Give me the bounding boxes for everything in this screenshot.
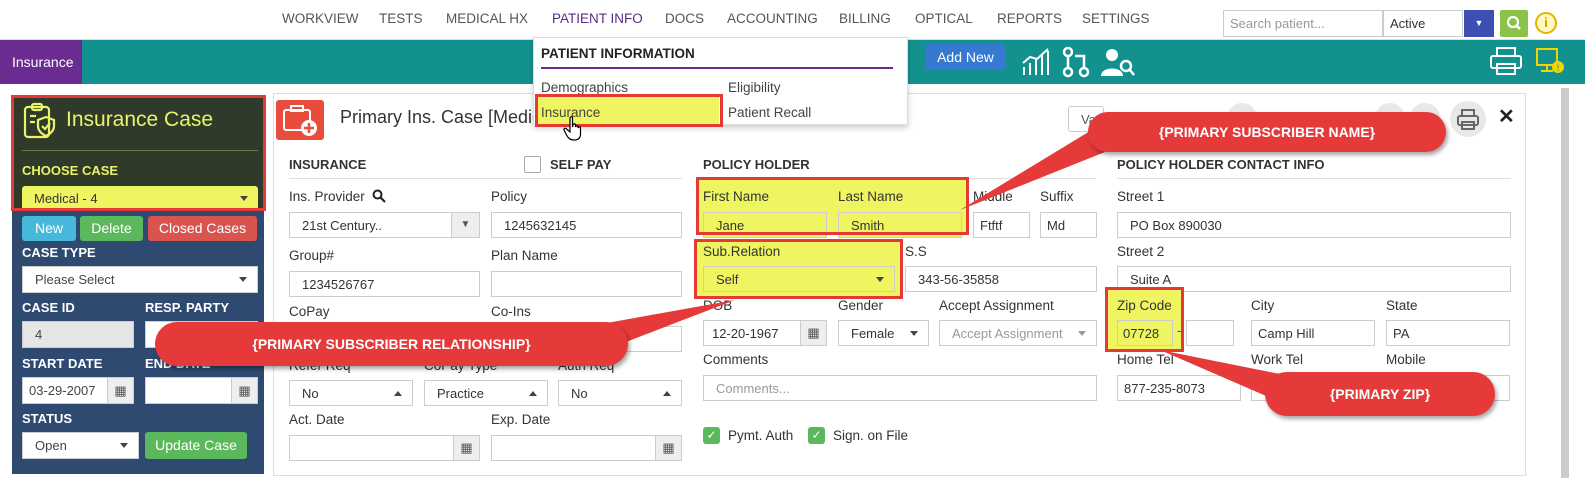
callout-primary-subscriber-name: {PRIMARY SUBSCRIBER NAME} [1088,112,1446,152]
callout-primary-zip: {PRIMARY ZIP} [1265,372,1495,416]
callout-pointers [590,128,1285,402]
callout-pointer-name [960,128,1110,210]
scrollbar[interactable] [1561,88,1569,478]
callout-primary-subscriber-relationship: {PRIMARY SUBSCRIBER RELATIONSHIP} [155,322,628,366]
